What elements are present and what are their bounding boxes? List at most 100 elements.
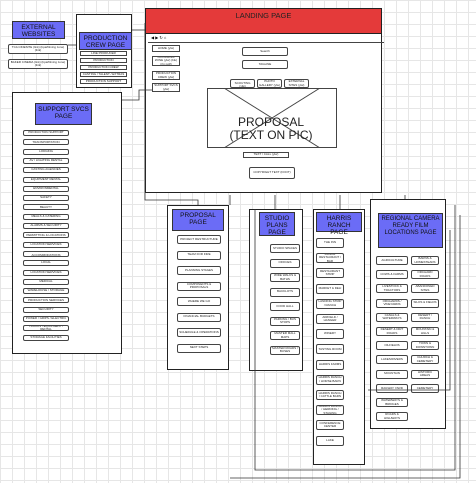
- regional-location-item[interactable]: LAKES/RIVERS: [376, 355, 408, 365]
- harris-ranch-item[interactable]: TASTING ROOM: [316, 344, 344, 355]
- search-button[interactable]: Search: [242, 47, 288, 56]
- photo-gallery-pill[interactable]: PHOTO GALLERY (ylw): [257, 79, 282, 88]
- regional-location-item[interactable]: HISTORIC AREAS: [411, 369, 439, 379]
- support-svcs-item[interactable]: WAREHOUSE / STORAGE: [23, 288, 69, 295]
- regional-location-item[interactable]: OILFIELDS: [376, 341, 408, 351]
- regional-location-item[interactable]: LIVESTOCK & TRACTORS: [376, 284, 408, 294]
- proposal-item[interactable]: PLANNING STAGES: [177, 266, 221, 275]
- regional-location-item[interactable]: SILOS & FIELDS: [411, 298, 439, 308]
- studio-plans-item[interactable]: MASTER ROADS / BUSES: [270, 345, 300, 355]
- regional-location-item[interactable]: DESERT / RANCH: [411, 312, 439, 322]
- support-svcs-item[interactable]: AV / LIGHTING RENTAL: [23, 157, 69, 164]
- support-svcs-button[interactable]: SUPPORT SVCS (ylw): [152, 83, 180, 92]
- production-crew-title: PRODUCTION CREW PAGE: [79, 32, 132, 50]
- production-crew-item[interactable]: PRODUCTION CREW: [80, 65, 127, 70]
- support-svcs-item[interactable]: SAFETY: [23, 195, 69, 202]
- regional-location-item[interactable]: CANALS & WATERWAYS: [376, 312, 408, 322]
- harris-ranch-item[interactable]: HARRIS FARMS: [316, 359, 344, 370]
- harris-ranch-item[interactable]: MARKET & DELI: [316, 283, 344, 294]
- production-crew-item[interactable]: PRODUCTION: [80, 58, 127, 63]
- external-link-2[interactable]: BAKER CINEMA (link) (bpa/filming zone) (…: [8, 59, 68, 69]
- support-svcs-item[interactable]: MEALS & CATERING: [23, 213, 69, 220]
- harris-ranch-item[interactable]: HARRIS RANCH / CATTLE BARN: [316, 390, 344, 400]
- harris-ranch-item[interactable]: WINERY: [316, 329, 344, 340]
- support-svcs-item[interactable]: POWER / GRIPS / ELECTRIC: [23, 316, 69, 322]
- proposal-item[interactable]: NEXT STEPS: [177, 343, 221, 353]
- copyright-footer: COPYRIGHT TEXT (FOOT): [249, 167, 295, 179]
- studio-plans-item[interactable]: OFFICES: [270, 258, 300, 268]
- studio-plans-item[interactable]: FOOD HALL: [270, 302, 300, 311]
- proposal-page-title: PROPOSAL PAGE: [172, 209, 224, 231]
- support-svcs-item[interactable]: LODGING: [23, 148, 69, 155]
- support-svcs-item[interactable]: EMERGENCY MEDICAL ACCOMMODATIONS: [23, 250, 69, 257]
- set-scouting-pill[interactable]: SET SCOUTING (ylw): [230, 79, 255, 88]
- support-svcs-item[interactable]: PERMITTING & LOCATIONS: [23, 232, 69, 239]
- regional-location-item[interactable]: CHURCH & CEMETERY: [411, 355, 439, 365]
- support-svcs-item[interactable]: SECURITY: [23, 306, 69, 313]
- studio-plans-item[interactable]: BACKLOTS: [270, 287, 300, 297]
- studio-plans-item[interactable]: MASTER MALL MAPS: [270, 331, 300, 340]
- harris-ranch-item[interactable]: RANCH RESTAURANT / BAR: [316, 253, 344, 264]
- regional-location-item[interactable]: ROADS & HIGHWAYS: [376, 412, 408, 422]
- support-svcs-item[interactable]: MEDICAL: [23, 278, 69, 285]
- support-svcs-title: SUPPORT SVCS PAGE: [35, 103, 92, 125]
- support-svcs-item[interactable]: LOCAL: [23, 260, 69, 267]
- support-svcs-item[interactable]: BEAUTY: [23, 204, 69, 211]
- support-svcs-item[interactable]: CASTING AGENCIES: [23, 167, 69, 174]
- contact-button[interactable]: TEXT / CALL (ylw): [243, 152, 289, 158]
- regional-location-item[interactable]: COWS & FARMS: [376, 270, 408, 280]
- home-button[interactable]: HOME (ylw): [152, 45, 180, 52]
- harris-ranch-item[interactable]: HARRIS RANCH / HERDING / STAGING: [316, 405, 344, 416]
- regional-location-item[interactable]: WATERWAYS & BRIDGES: [376, 398, 408, 407]
- proposal-item[interactable]: WHERE WE GO: [177, 297, 221, 306]
- support-svcs-item[interactable]: TRANSPORTATION: [23, 139, 69, 146]
- studio-plans-item[interactable]: WIDE WALKS & BATHS: [270, 273, 300, 282]
- browser-nav-icons[interactable]: ◀ ▶ ↻ ⌂: [151, 35, 166, 40]
- support-svcs-item[interactable]: LOCATION SERVICES: [23, 269, 69, 276]
- regional-location-item[interactable]: AGRICULTURE: [376, 256, 408, 265]
- studio-plans-title: STUDIO PLANS PAGE: [259, 212, 295, 236]
- production-crew-button[interactable]: PRODUCTION CREW (ylw): [152, 71, 180, 80]
- external-websites-title: EXTERNAL WEBSITES: [12, 21, 65, 39]
- harris-ranch-item[interactable]: RESTAURANT STRIP: [316, 268, 344, 279]
- regional-location-item[interactable]: BARNS & HOMESTEADS: [411, 256, 439, 265]
- regional-location-item[interactable]: TOWN & DOWNTOWN: [411, 341, 439, 351]
- proposal-item[interactable]: TEAM FOR FIRE: [177, 250, 221, 260]
- support-svcs-item[interactable]: STORAGE FACILITIES: [23, 334, 69, 341]
- support-svcs-item[interactable]: ALARMS & SECURITY: [23, 223, 69, 229]
- external-sites-pill[interactable]: EXTERNAL SITES (ylw): [284, 79, 309, 88]
- production-crew-item[interactable]: LINE PRODUCER: [80, 51, 127, 56]
- regional-location-item[interactable]: ABANDONED SITES: [411, 284, 439, 294]
- proposal-item[interactable]: COMPONENTS & PROPOSALS: [177, 281, 221, 291]
- proposal-item[interactable]: FINANCIAL BUDGETS: [177, 312, 221, 322]
- regional-location-item[interactable]: ORCHARD ROADS: [411, 270, 439, 280]
- support-svcs-item[interactable]: TRUCKS / EQUIPMENT / RENTAL: [23, 325, 69, 332]
- studio-plans-item[interactable]: STUDIO SPACES: [270, 244, 300, 253]
- harris-ranch-item[interactable]: HARRIS RANCH / HORSE BARN: [316, 374, 344, 385]
- filming-zone-button[interactable]: CA FILMING ZONE (ylw) (blu) (rtn pg#): [152, 56, 180, 66]
- harris-ranch-item[interactable]: AIRFIELD / HANGER: [316, 314, 344, 324]
- regional-location-item[interactable]: ORCHARDS / VINEYARDS: [376, 298, 408, 308]
- regional-location-item[interactable]: DESERT & DIRT ROADS: [376, 327, 408, 336]
- proposal-text-line2: (TEXT ON PIC): [229, 128, 313, 142]
- production-crew-item[interactable]: PRODUCTION SUPPORT: [80, 79, 127, 84]
- harris-ranch-item[interactable]: LANDING STRIP / RANCH: [316, 298, 344, 309]
- tagline-label: TAGLINE: [242, 60, 288, 69]
- harris-ranch-item[interactable]: CONFERENCE CENTER: [316, 420, 344, 431]
- regional-location-item[interactable]: MOUNTAIN & HILLS: [411, 327, 439, 336]
- support-svcs-item[interactable]: LOCATION SERVICES: [23, 241, 69, 248]
- studio-plans-item[interactable]: PARKING / BUS STOPS: [270, 316, 300, 326]
- proposal-item[interactable]: SCHEDULE & OPERATIONS: [177, 328, 221, 337]
- proposal-item[interactable]: PROJECT RESTRUCTURE: [177, 235, 221, 244]
- regional-location-item[interactable]: RAILWAY YARD: [376, 383, 408, 393]
- external-link-1[interactable]: TCA CINESITE (link) (bpa/filming zone) (…: [8, 44, 68, 54]
- support-svcs-item[interactable]: PRODUCTION SUPPORT: [23, 130, 69, 136]
- production-crew-item[interactable]: CASTING / TALENT / EXTRAS: [80, 72, 127, 77]
- regional-location-item[interactable]: MOUNTAIN: [376, 369, 408, 379]
- support-svcs-item[interactable]: ENVIRONMENTAL: [23, 185, 69, 192]
- regional-location-item[interactable]: CEMETERY: [411, 383, 439, 393]
- harris-ranch-item[interactable]: LAKE: [316, 435, 344, 446]
- support-svcs-item[interactable]: PRODUCTION SERVICES: [23, 297, 69, 304]
- support-svcs-item[interactable]: EQUIPMENT RENTAL: [23, 176, 69, 183]
- harris-ranch-item[interactable]: THE INN: [316, 238, 344, 248]
